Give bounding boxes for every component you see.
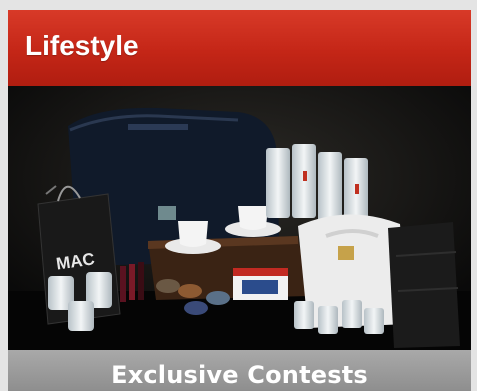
dark-towels [388, 222, 460, 348]
product-photo[interactable]: MAC [8, 86, 471, 350]
product-illustration: MAC [8, 86, 471, 350]
lipsticks [120, 262, 144, 302]
card-box [233, 268, 288, 300]
card-header: Lifestyle [8, 10, 471, 86]
footer-label[interactable]: Exclusive Contests [111, 361, 368, 389]
card-title: Lifestyle [25, 30, 139, 61]
exclusive-contests-bar[interactable]: Exclusive Contests [8, 350, 471, 391]
lifestyle-card[interactable]: Lifestyle MAC Exclusive Contests [8, 10, 471, 391]
